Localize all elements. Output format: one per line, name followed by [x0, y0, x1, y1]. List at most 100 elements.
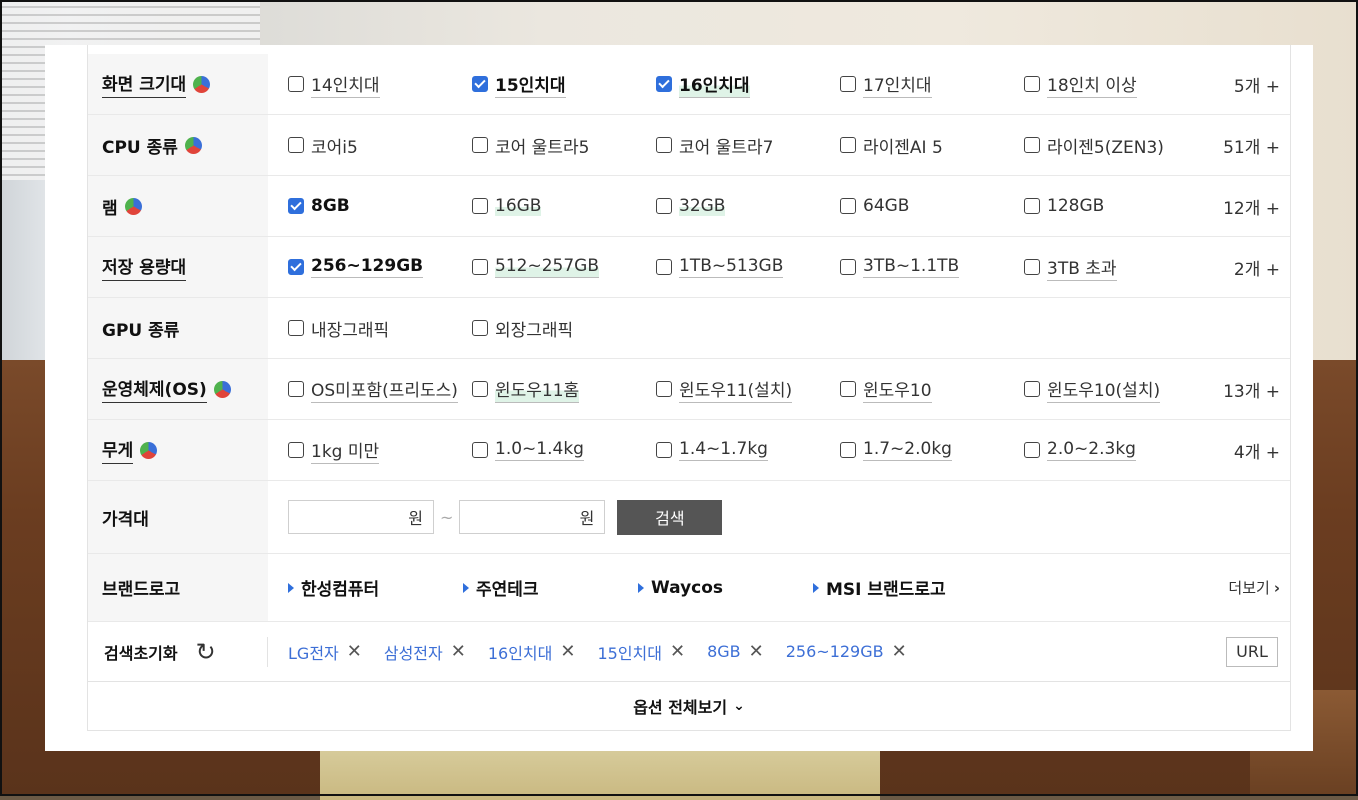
filter-option[interactable]: 16인치대: [656, 70, 840, 98]
pie-chart-icon[interactable]: [124, 197, 142, 215]
filter-option[interactable]: 32GB: [656, 196, 840, 216]
checkbox[interactable]: [472, 381, 488, 397]
brand-link[interactable]: MSI 브랜드로고: [813, 575, 988, 600]
pie-chart-icon[interactable]: [140, 441, 158, 459]
filter-option[interactable]: 128GB: [1024, 196, 1208, 216]
filter-label[interactable]: CPU 종류: [88, 115, 268, 175]
checkbox[interactable]: [1024, 198, 1040, 214]
filter-option[interactable]: 17인치대: [840, 71, 1024, 98]
checkbox[interactable]: [288, 381, 304, 397]
filter-option[interactable]: 코어i5: [288, 133, 472, 158]
checkbox[interactable]: [288, 259, 304, 275]
checkbox[interactable]: [840, 442, 856, 458]
more-count-button[interactable]: 2개 +: [1234, 255, 1280, 280]
checkbox[interactable]: [472, 320, 488, 336]
filter-option[interactable]: 윈도우10: [840, 376, 1024, 403]
filter-label[interactable]: 운영체제(OS): [88, 359, 268, 419]
checkbox[interactable]: [288, 76, 304, 92]
brand-link[interactable]: 주연테크: [463, 575, 638, 600]
checkbox[interactable]: [656, 76, 672, 92]
checkbox[interactable]: [472, 76, 488, 92]
filter-option[interactable]: OS미포함(프리도스): [288, 376, 472, 403]
checkbox[interactable]: [288, 442, 304, 458]
close-icon[interactable]: ✕: [560, 641, 575, 662]
checkbox[interactable]: [1024, 137, 1040, 153]
checkbox[interactable]: [840, 381, 856, 397]
checkbox[interactable]: [288, 198, 304, 214]
more-count-button[interactable]: 51개 +: [1223, 133, 1280, 158]
checkbox[interactable]: [1024, 442, 1040, 458]
checkbox[interactable]: [656, 259, 672, 275]
filter-option[interactable]: 코어 울트라7: [656, 133, 840, 158]
brand-link[interactable]: Waycos: [638, 578, 813, 598]
filter-option[interactable]: 1.0~1.4kg: [472, 439, 656, 461]
checkbox[interactable]: [472, 442, 488, 458]
checkbox[interactable]: [840, 76, 856, 92]
pie-chart-icon[interactable]: [213, 380, 231, 398]
checkbox[interactable]: [472, 137, 488, 153]
checkbox[interactable]: [1024, 259, 1040, 275]
filter-option[interactable]: 512~257GB: [472, 256, 656, 278]
filter-label[interactable]: GPU 종류: [88, 298, 268, 358]
filter-option[interactable]: 라이젠AI 5: [840, 133, 1024, 158]
more-count-button[interactable]: 12개 +: [1223, 194, 1280, 219]
checkbox[interactable]: [288, 137, 304, 153]
filter-option[interactable]: 64GB: [840, 196, 1024, 216]
checkbox[interactable]: [1024, 381, 1040, 397]
filter-option[interactable]: 16GB: [472, 196, 656, 216]
filter-option[interactable]: 15인치대: [472, 71, 656, 98]
more-count-button[interactable]: 5개 +: [1234, 72, 1280, 97]
close-icon[interactable]: ✕: [749, 641, 764, 662]
filter-option[interactable]: 3TB 초과: [1024, 254, 1208, 281]
reset-button[interactable]: 검색초기화 ↻: [88, 636, 268, 667]
checkbox[interactable]: [1024, 76, 1040, 92]
pie-chart-icon[interactable]: [184, 136, 202, 154]
filter-option[interactable]: 256~129GB: [288, 256, 472, 278]
close-icon[interactable]: ✕: [670, 641, 685, 662]
filter-option[interactable]: 1TB~513GB: [656, 256, 840, 278]
checkbox[interactable]: [840, 198, 856, 214]
filter-label[interactable]: 무게: [88, 420, 268, 480]
checkbox[interactable]: [656, 381, 672, 397]
more-count-button[interactable]: 4개 +: [1234, 438, 1280, 463]
close-icon[interactable]: ✕: [347, 641, 362, 662]
filter-options: OS미포함(프리도스) 윈도우11홈 윈도우11(설치) 윈도우10 윈도우10(설치)…: [268, 359, 1290, 419]
checkbox[interactable]: [288, 320, 304, 336]
filter-option[interactable]: 1.4~1.7kg: [656, 439, 840, 461]
filter-option[interactable]: 14인치대: [288, 71, 472, 98]
filter-label[interactable]: 화면 크기대: [88, 54, 268, 114]
close-icon[interactable]: ✕: [451, 641, 466, 662]
filter-option[interactable]: 2.0~2.3kg: [1024, 439, 1208, 461]
pie-chart-icon[interactable]: [193, 75, 211, 93]
filter-label[interactable]: 램: [88, 176, 268, 236]
price-min-input[interactable]: 원: [288, 500, 434, 534]
price-max-input[interactable]: 원: [459, 500, 606, 534]
checkbox[interactable]: [840, 259, 856, 275]
brand-more-link[interactable]: 더보기 ›: [1228, 577, 1280, 598]
url-button[interactable]: URL: [1226, 636, 1278, 667]
view-all-options-button[interactable]: 옵션 전체보기 ⌄: [88, 682, 1290, 731]
filter-option[interactable]: 1.7~2.0kg: [840, 439, 1024, 461]
filter-option[interactable]: 3TB~1.1TB: [840, 256, 1024, 278]
brand-link[interactable]: 한성컴퓨터: [288, 575, 463, 600]
filter-label[interactable]: 저장 용량대: [88, 237, 268, 297]
close-icon[interactable]: ✕: [892, 641, 907, 662]
filter-option[interactable]: 1kg 미만: [288, 437, 472, 464]
checkbox[interactable]: [656, 198, 672, 214]
filter-option[interactable]: 윈도우11(설치): [656, 376, 840, 403]
price-search-button[interactable]: 검색: [617, 499, 723, 535]
filter-option[interactable]: 윈도우10(설치): [1024, 376, 1208, 403]
filter-option[interactable]: 외장그래픽: [472, 316, 656, 341]
checkbox[interactable]: [472, 198, 488, 214]
checkbox[interactable]: [472, 259, 488, 275]
filter-option[interactable]: 8GB: [288, 196, 472, 216]
checkbox[interactable]: [656, 137, 672, 153]
checkbox[interactable]: [840, 137, 856, 153]
filter-option[interactable]: 코어 울트라5: [472, 133, 656, 158]
filter-option[interactable]: 18인치 이상: [1024, 71, 1208, 98]
filter-option[interactable]: 라이젠5(ZEN3): [1024, 133, 1208, 158]
more-count-button[interactable]: 13개 +: [1223, 377, 1280, 402]
filter-option[interactable]: 윈도우11홈: [472, 375, 656, 403]
filter-option[interactable]: 내장그래픽: [288, 316, 472, 341]
checkbox[interactable]: [656, 442, 672, 458]
